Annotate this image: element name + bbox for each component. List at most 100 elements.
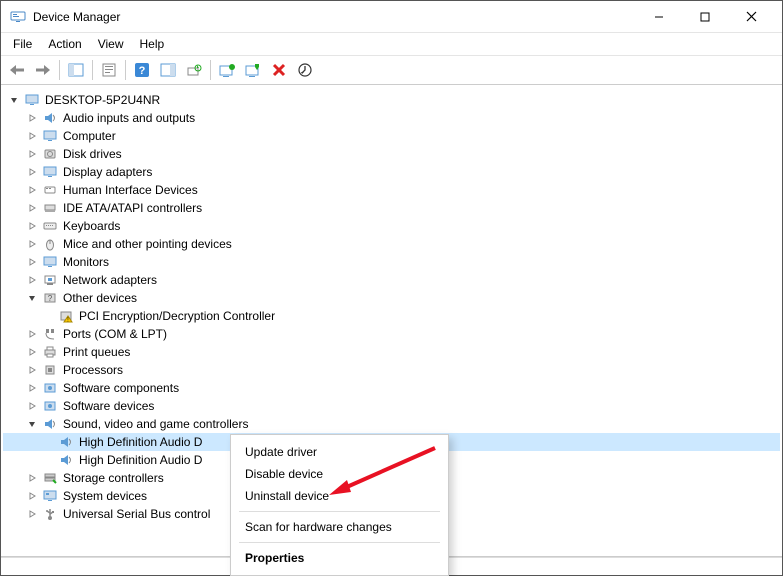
tree-category-label: Ports (COM & LPT) [63, 327, 167, 341]
uninstall-device-button[interactable] [267, 58, 291, 82]
maximize-button[interactable] [682, 2, 728, 32]
svg-text:?: ? [48, 294, 53, 303]
speaker-icon [41, 416, 59, 432]
minimize-button[interactable] [636, 2, 682, 32]
tree-category[interactable]: Disk drives [3, 145, 780, 163]
help-button[interactable]: ? [130, 58, 154, 82]
tree-category[interactable]: Computer [3, 127, 780, 145]
ide-icon [41, 200, 59, 216]
tree-root-node[interactable]: DESKTOP-5P2U4NR [3, 91, 780, 109]
chevron-down-icon[interactable] [7, 93, 21, 107]
tree-category-label: Processors [63, 363, 123, 377]
chevron-right-icon[interactable] [25, 165, 39, 179]
menu-file[interactable]: File [7, 35, 38, 53]
chevron-down-icon[interactable] [25, 417, 39, 431]
chevron-right-icon[interactable] [25, 183, 39, 197]
chevron-right-icon[interactable] [25, 489, 39, 503]
add-legacy-button[interactable] [293, 58, 317, 82]
chevron-right-icon[interactable] [25, 471, 39, 485]
tree-category[interactable]: Print queues [3, 343, 780, 361]
context-disable-device[interactable]: Disable device [231, 463, 448, 485]
chevron-right-icon[interactable] [25, 111, 39, 125]
tree-category-label: Software components [63, 381, 179, 395]
warn-icon: ! [57, 308, 75, 324]
tree-category[interactable]: Sound, video and game controllers [3, 415, 780, 433]
titlebar: Device Manager [1, 1, 782, 33]
speaker-icon [41, 110, 59, 126]
tree-category-label: Audio inputs and outputs [63, 111, 195, 125]
tree-category[interactable]: IDE ATA/ATAPI controllers [3, 199, 780, 217]
window-title: Device Manager [33, 10, 636, 24]
tree-category-label: Print queues [63, 345, 130, 359]
tree-root-label: DESKTOP-5P2U4NR [45, 93, 160, 107]
tree-category-label: Sound, video and game controllers [63, 417, 248, 431]
hid-icon [41, 182, 59, 198]
tree-category[interactable]: Software components [3, 379, 780, 397]
chevron-right-icon[interactable] [25, 147, 39, 161]
storage-icon [41, 470, 59, 486]
tree-category-label: Storage controllers [63, 471, 164, 485]
chevron-right-icon[interactable] [25, 381, 39, 395]
tree-category-label: Computer [63, 129, 116, 143]
chevron-right-icon[interactable] [25, 345, 39, 359]
menu-action[interactable]: Action [42, 35, 87, 53]
other-icon: ? [41, 290, 59, 306]
chevron-right-icon[interactable] [25, 129, 39, 143]
tree-category[interactable]: Display adapters [3, 163, 780, 181]
tree-category[interactable]: Audio inputs and outputs [3, 109, 780, 127]
update-driver-button[interactable] [215, 58, 239, 82]
chevron-right-icon[interactable] [25, 363, 39, 377]
cpu-icon [41, 362, 59, 378]
action-pane-button[interactable] [156, 58, 180, 82]
close-button[interactable] [728, 2, 774, 32]
sw-icon [41, 398, 59, 414]
tree-category[interactable]: Software devices [3, 397, 780, 415]
tree-category[interactable]: Keyboards [3, 217, 780, 235]
keyboard-icon [41, 218, 59, 234]
menu-help[interactable]: Help [134, 35, 171, 53]
tree-category-label: Disk drives [63, 147, 122, 161]
context-update-driver[interactable]: Update driver [231, 441, 448, 463]
tree-device[interactable]: !PCI Encryption/Decryption Controller [3, 307, 780, 325]
tree-category[interactable]: ? Other devices [3, 289, 780, 307]
tree-category[interactable]: Monitors [3, 253, 780, 271]
tree-category[interactable]: Human Interface Devices [3, 181, 780, 199]
app-icon [9, 8, 27, 26]
separator [210, 60, 211, 80]
chevron-right-icon[interactable] [25, 399, 39, 413]
context-separator [239, 542, 440, 543]
chevron-right-icon[interactable] [25, 255, 39, 269]
menu-view[interactable]: View [92, 35, 130, 53]
computer-icon [23, 92, 41, 108]
context-scan-hardware[interactable]: Scan for hardware changes [231, 516, 448, 538]
tree-category[interactable]: Processors [3, 361, 780, 379]
tree-category-label: Monitors [63, 255, 109, 269]
scan-hardware-button[interactable] [182, 58, 206, 82]
tree-device-label: High Definition Audio D [79, 435, 202, 449]
disable-device-button[interactable] [241, 58, 265, 82]
separator [92, 60, 93, 80]
chevron-right-icon[interactable] [25, 219, 39, 233]
properties-button[interactable] [97, 58, 121, 82]
tree-category-label: Universal Serial Bus control [63, 507, 210, 521]
chevron-right-icon[interactable] [25, 237, 39, 251]
chevron-right-icon[interactable] [25, 327, 39, 341]
tree-category-label: Network adapters [63, 273, 157, 287]
chevron-down-icon[interactable] [25, 291, 39, 305]
forward-button[interactable] [31, 58, 55, 82]
monitor-icon [41, 128, 59, 144]
chevron-right-icon[interactable] [25, 273, 39, 287]
tree-category-label: Other devices [63, 291, 137, 305]
chevron-right-icon[interactable] [25, 507, 39, 521]
back-button[interactable] [5, 58, 29, 82]
tree-category[interactable]: Mice and other pointing devices [3, 235, 780, 253]
context-uninstall-device[interactable]: Uninstall device [231, 485, 448, 507]
tree-category[interactable]: Network adapters [3, 271, 780, 289]
printer-icon [41, 344, 59, 360]
tree-category[interactable]: Ports (COM & LPT) [3, 325, 780, 343]
context-properties[interactable]: Properties [231, 547, 448, 569]
chevron-right-icon[interactable] [25, 201, 39, 215]
console-tree-button[interactable] [64, 58, 88, 82]
tree-category-label: IDE ATA/ATAPI controllers [63, 201, 202, 215]
monitor-icon [41, 254, 59, 270]
